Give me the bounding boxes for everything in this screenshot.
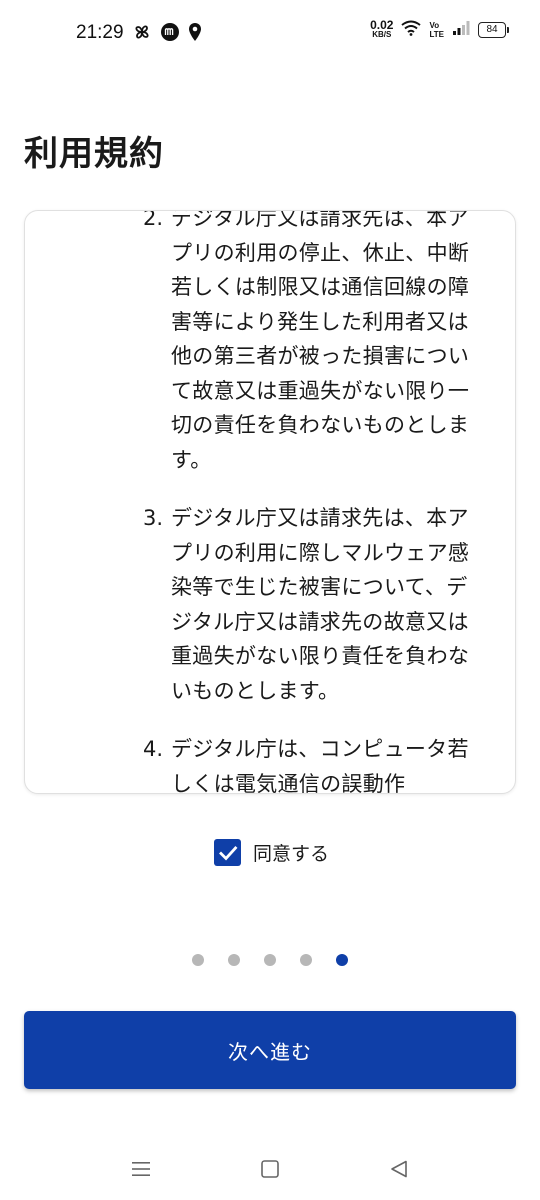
agree-checkbox[interactable] — [214, 839, 241, 866]
messenger-icon — [160, 22, 180, 46]
system-nav-bar — [0, 1140, 540, 1200]
terms-item-number: 3. — [143, 506, 164, 530]
page-dot — [264, 954, 276, 966]
terms-scroll-area[interactable]: 2. デジタル庁又は請求先は、本アプリの利用の停止、休止、中断若しくは制限又は通… — [24, 210, 516, 794]
status-time: 21:29 — [76, 22, 124, 43]
battery-icon: 84 — [478, 22, 509, 38]
page-dot-active — [336, 954, 348, 966]
terms-item-number: 2. — [143, 210, 164, 230]
terms-item-number: 4. — [143, 737, 164, 761]
next-button[interactable]: 次へ進む — [24, 1011, 516, 1089]
agree-label[interactable]: 同意する — [253, 839, 329, 866]
terms-item: 4. デジタル庁は、コンピュータ若しくは電気通信の誤動作 — [143, 732, 488, 794]
location-pin-icon — [188, 22, 202, 46]
agree-checkbox-row[interactable]: 同意する — [214, 839, 329, 866]
status-bar: 21:29 0.02 KB/S Vo LTE 84 — [0, 0, 540, 70]
wifi-icon — [401, 20, 422, 40]
back-triangle-icon[interactable] — [384, 1154, 414, 1184]
status-left-icons — [132, 22, 202, 46]
network-speed-value: 0.02 — [370, 18, 394, 32]
terms-list: 2. デジタル庁又は請求先は、本アプリの利用の停止、休止、中断若しくは制限又は通… — [25, 210, 515, 794]
volte-top: Vo — [429, 21, 440, 30]
page-dot — [192, 954, 204, 966]
signal-icon — [452, 20, 470, 40]
page-title: 利用規約 — [24, 134, 164, 174]
page-dot — [228, 954, 240, 966]
terms-item: 3. デジタル庁又は請求先は、本アプリの利用に際しマルウェア感染等で生じた被害に… — [143, 501, 488, 708]
home-square-icon[interactable] — [255, 1154, 285, 1184]
network-speed-unit: KB/S — [372, 30, 392, 39]
network-speed: 0.02 KB/S — [370, 18, 394, 40]
volte-indicator: Vo LTE — [429, 21, 444, 39]
check-icon — [218, 845, 237, 861]
terms-item-text: デジタル庁は、コンピュータ若しくは電気通信の誤動作 — [171, 737, 469, 794]
pinwheel-icon — [132, 22, 152, 46]
page-dot — [300, 954, 312, 966]
battery-level: 84 — [486, 24, 498, 35]
status-right-icons: 0.02 KB/S Vo LTE 84 — [370, 18, 509, 40]
terms-item-text: デジタル庁又は請求先は、本アプリの利用の停止、休止、中断若しくは制限又は通信回線… — [171, 210, 470, 472]
menu-icon[interactable] — [126, 1154, 156, 1184]
page-indicator — [192, 954, 348, 966]
volte-bottom: LTE — [429, 30, 444, 39]
terms-item-text: デジタル庁又は請求先は、本アプリの利用に際しマルウェア感染等で生じた被害について… — [171, 506, 470, 703]
terms-item: 2. デジタル庁又は請求先は、本アプリの利用の停止、休止、中断若しくは制限又は通… — [143, 210, 488, 477]
